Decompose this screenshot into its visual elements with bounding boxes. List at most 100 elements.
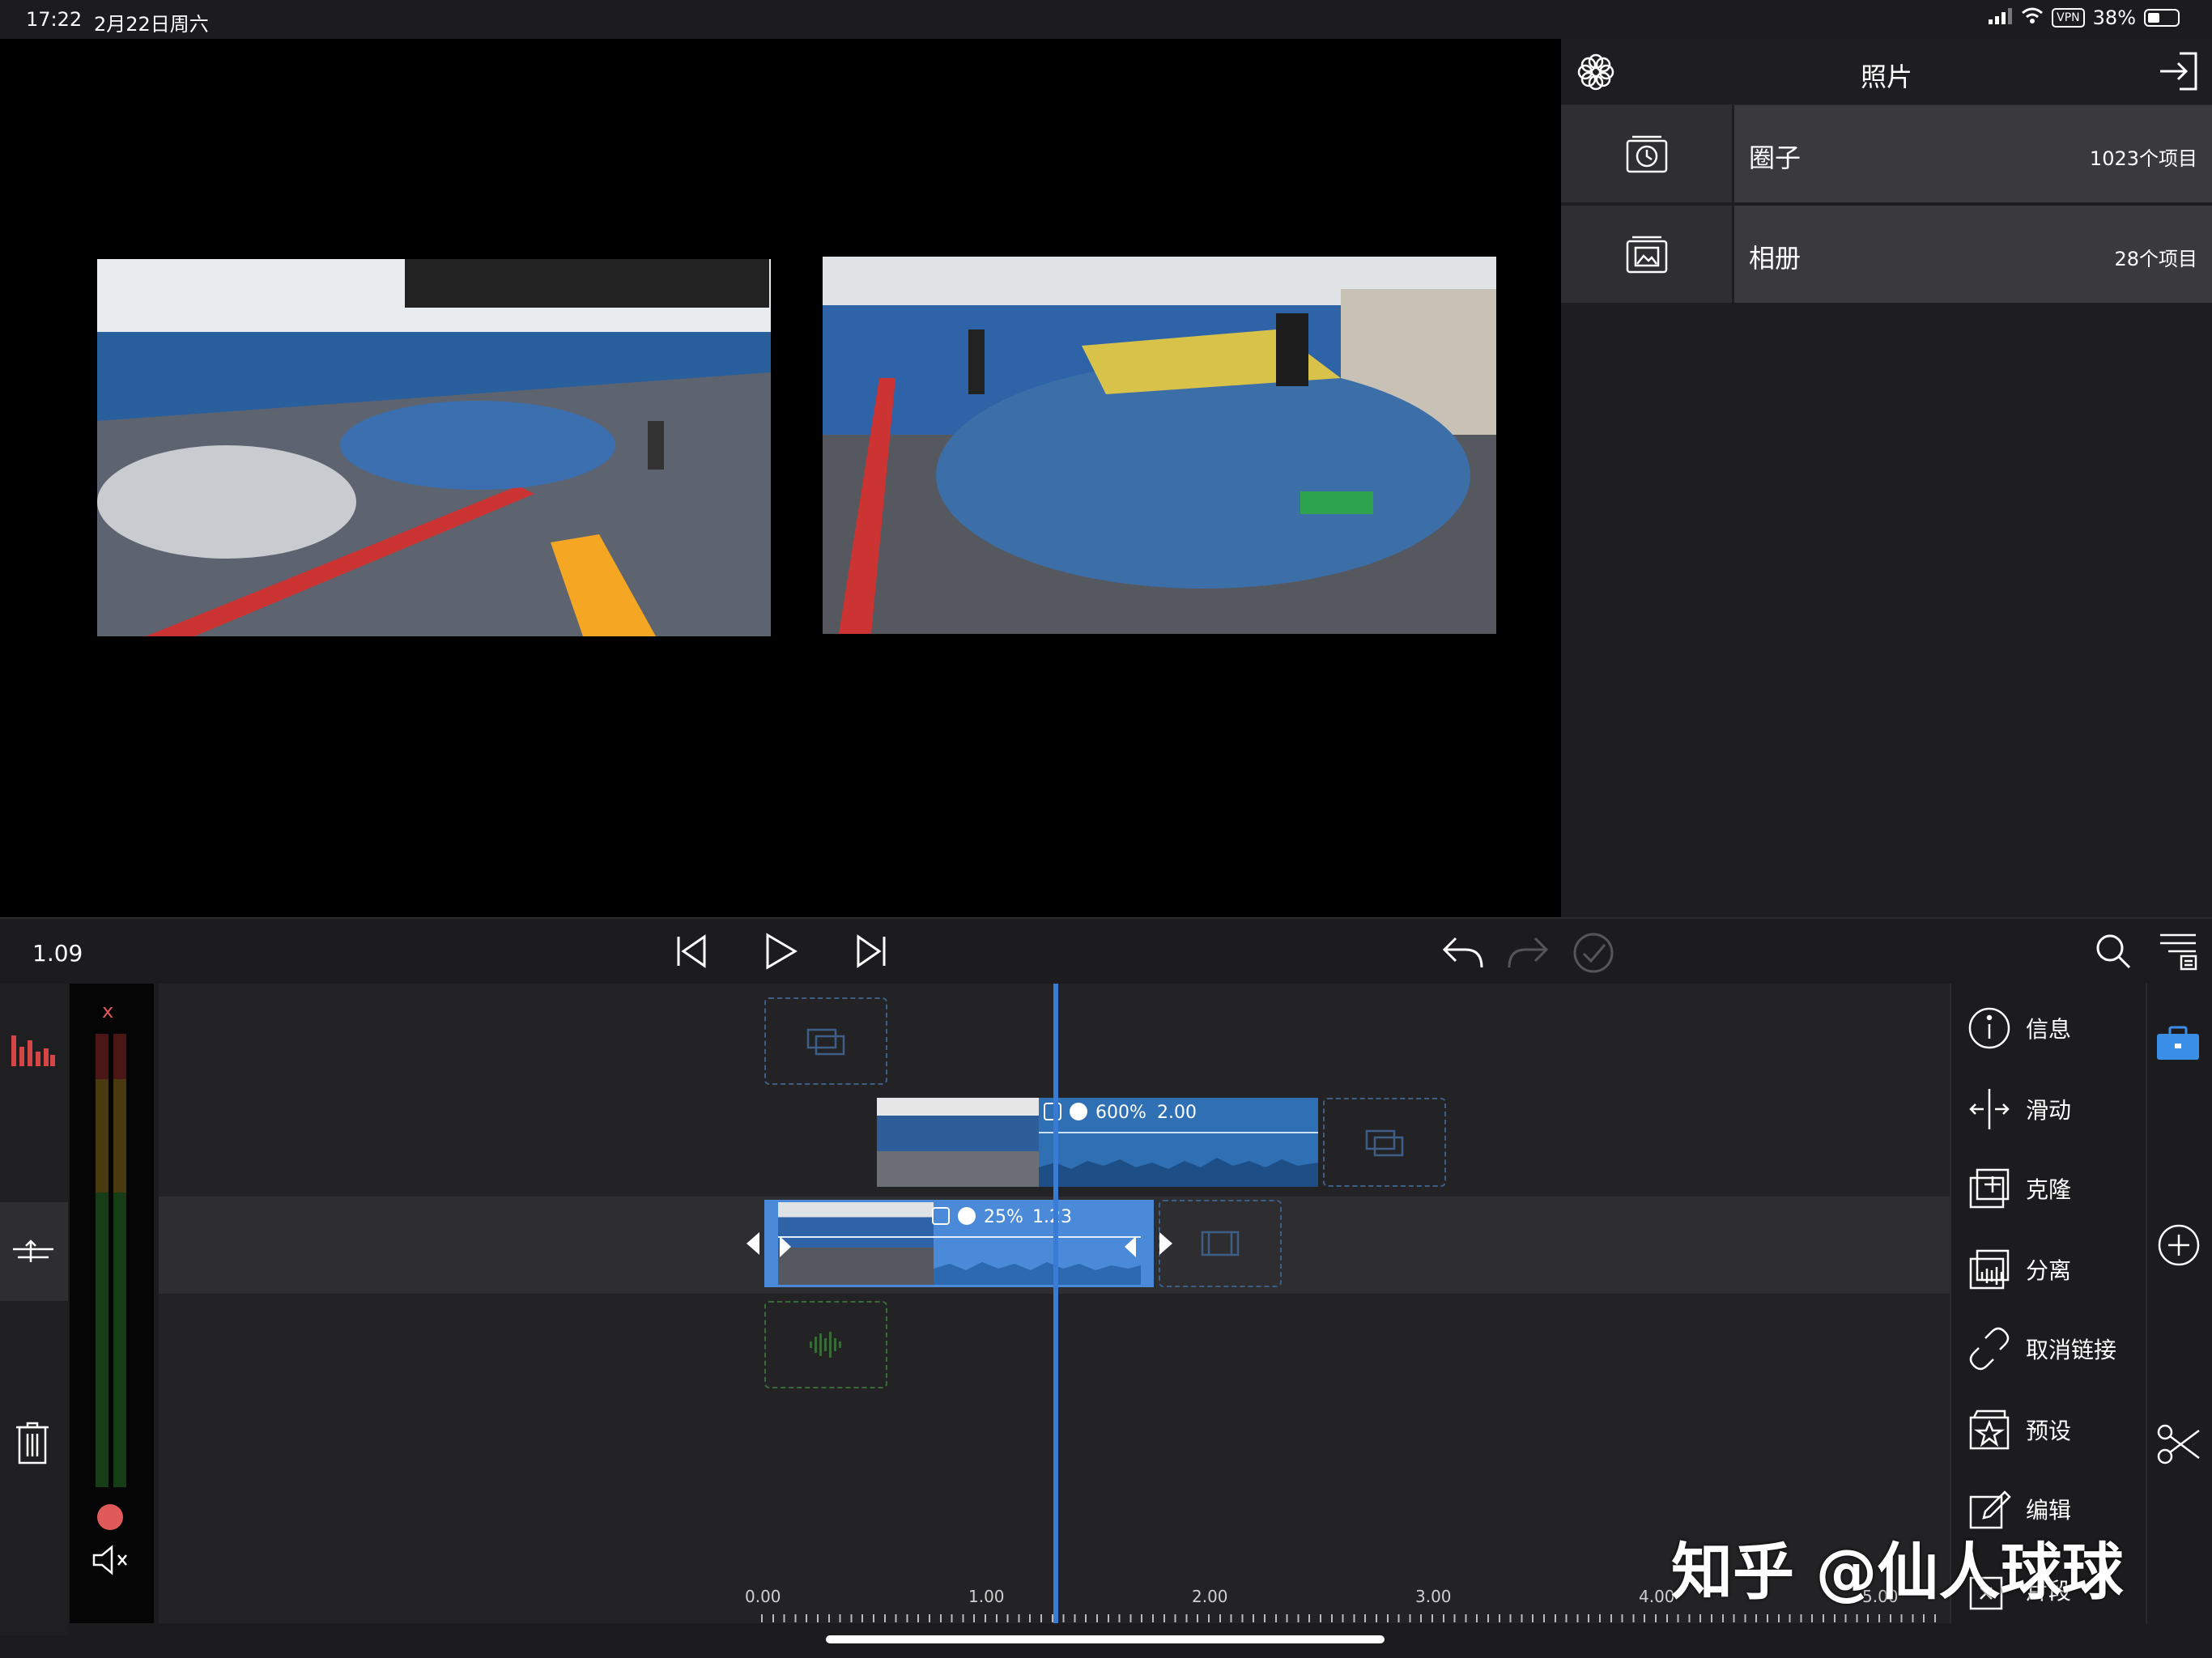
tool-label: 信息 (2026, 1016, 2072, 1043)
battery-percent: 38% (2092, 6, 2136, 29)
volume-knob[interactable] (97, 1504, 123, 1530)
detach-audio-icon (1969, 1249, 2010, 1290)
clip-waveform (1039, 1158, 1318, 1187)
status-bar: 17:22 2月22日周六 VPN 38% (0, 0, 2212, 39)
ruler-ticks (761, 1614, 1943, 1622)
extend-left-icon[interactable] (745, 1231, 761, 1256)
home-indicator[interactable] (826, 1635, 1385, 1643)
trim-handle-left-icon[interactable] (778, 1235, 793, 1259)
tool-info[interactable]: 信息 (1967, 1000, 2071, 1056)
empty-clip-slot[interactable] (764, 997, 887, 1085)
preview-frame-right (823, 257, 1496, 634)
play-icon[interactable] (761, 932, 800, 971)
info-icon (1968, 1007, 2010, 1049)
exit-icon[interactable] (2155, 49, 2201, 97)
clip-settings-icon (1044, 1103, 1061, 1120)
list-settings-icon[interactable] (2157, 930, 2201, 972)
clip-speed: 600% (1095, 1103, 1146, 1123)
wifi-icon (2021, 6, 2044, 29)
tool-label: 预设 (2026, 1418, 2072, 1444)
tool-label: 克隆 (2026, 1176, 2072, 1203)
library-row-albums[interactable]: 相册 28个项目 (1561, 206, 2212, 303)
ruler-label: 3.00 (1415, 1587, 1452, 1606)
ruler-label: 4.00 (1639, 1587, 1675, 1606)
watermark: 知乎 @仙人球球 (1671, 1536, 2124, 1608)
playhead-position: 1.09 (32, 940, 83, 967)
ruler-label: 1.00 (968, 1587, 1005, 1606)
meter-bar-left (96, 1034, 108, 1487)
clip-thumbnail (778, 1202, 934, 1285)
redo-icon[interactable] (1506, 933, 1550, 971)
status-time: 17:22 (26, 8, 83, 31)
track-link-button[interactable] (0, 1202, 68, 1301)
status-date: 2月22日周六 (94, 13, 209, 36)
meter-close[interactable]: x (102, 1000, 113, 1022)
empty-clip-slot[interactable] (1159, 1200, 1282, 1287)
scissors-icon[interactable] (2157, 1422, 2202, 1469)
tool-label: 编辑 (2026, 1497, 2072, 1524)
ruler-label: 2.00 (1192, 1587, 1228, 1606)
status-right: VPN 38% (1989, 6, 2180, 29)
signal-icon (1989, 6, 2013, 29)
clip-thumbnail (877, 1098, 1039, 1187)
unlink-icon (1969, 1327, 2010, 1371)
timeline-clip-selected[interactable]: 25% 1.23 (764, 1200, 1154, 1287)
add-icon[interactable] (2157, 1223, 2201, 1270)
transport-bar: 1.09 (0, 917, 2212, 984)
tool-unlink[interactable]: 取消链接 (1967, 1320, 2116, 1377)
tool-label: 取消链接 (2026, 1337, 2117, 1363)
clip-duration: 2.00 (1157, 1103, 1197, 1123)
media-library-panel: 照片 圈子 1023个项目 相册 28个项目 (1561, 39, 2212, 917)
clip-speed: 25% (984, 1207, 1023, 1227)
clip-volume-line (1039, 1132, 1318, 1133)
preset-star-icon (1969, 1409, 2010, 1450)
library-row-circles[interactable]: 圈子 1023个项目 (1561, 105, 2212, 202)
tool-clone[interactable]: 克隆 (1967, 1160, 2071, 1217)
toolbox-icon[interactable] (2155, 1026, 2201, 1065)
library-row-count: 28个项目 (2114, 248, 2197, 270)
speed-gauge-icon (958, 1207, 976, 1225)
library-header: 照片 (1561, 39, 2212, 105)
clone-icon (1969, 1168, 2010, 1209)
clip-duration: 1.23 (1032, 1207, 1072, 1227)
tool-label: 分离 (2026, 1257, 2072, 1284)
speed-gauge-icon (1070, 1103, 1087, 1120)
undo-icon[interactable] (1441, 933, 1485, 971)
clock-album-icon (1561, 105, 1734, 202)
ruler-label: 0.00 (745, 1587, 781, 1606)
tool-label: 滑动 (2026, 1097, 2072, 1124)
trim-handle-right-icon[interactable] (1123, 1235, 1138, 1259)
search-icon[interactable] (2094, 932, 2133, 971)
library-row-label: 圈子 (1749, 142, 1802, 173)
tool-preset[interactable]: 预设 (1967, 1401, 2071, 1458)
library-row-label: 相册 (1749, 243, 1802, 274)
tool-detach[interactable]: 分离 (1967, 1241, 2071, 1298)
audio-levels-icon[interactable] (11, 1032, 55, 1071)
tool-slide[interactable]: 滑动 (1967, 1081, 2071, 1137)
timeline-left-strip (0, 984, 68, 1635)
library-row-count: 1023个项目 (2089, 147, 2197, 170)
preview-frame-left (97, 259, 771, 636)
empty-clip-slot[interactable] (1323, 1098, 1446, 1187)
skip-back-icon[interactable] (672, 932, 711, 971)
empty-audio-slot[interactable] (764, 1301, 887, 1388)
slide-icon (1969, 1089, 2010, 1129)
playhead[interactable] (1053, 984, 1058, 1623)
far-right-toolbar (2146, 984, 2212, 1623)
audio-level-meter: x (70, 984, 154, 1623)
battery-icon (2144, 9, 2180, 27)
clip-settings-icon (932, 1207, 950, 1225)
extend-right-icon[interactable] (1158, 1231, 1174, 1256)
mute-icon[interactable] (91, 1542, 131, 1581)
confirm-check-icon[interactable] (1572, 932, 1614, 974)
clip-volume-line (778, 1236, 1141, 1238)
meter-bar-right (113, 1034, 126, 1487)
vpn-badge: VPN (2052, 8, 2085, 28)
video-preview[interactable] (0, 39, 1561, 917)
skip-forward-icon[interactable] (852, 932, 891, 971)
clip-waveform (934, 1262, 1141, 1285)
library-title: 照片 (1860, 62, 1912, 92)
timeline-clip-upper[interactable]: 600% 2.00 (877, 1098, 1318, 1187)
trash-icon[interactable] (15, 1421, 50, 1469)
photo-album-icon (1561, 206, 1734, 303)
